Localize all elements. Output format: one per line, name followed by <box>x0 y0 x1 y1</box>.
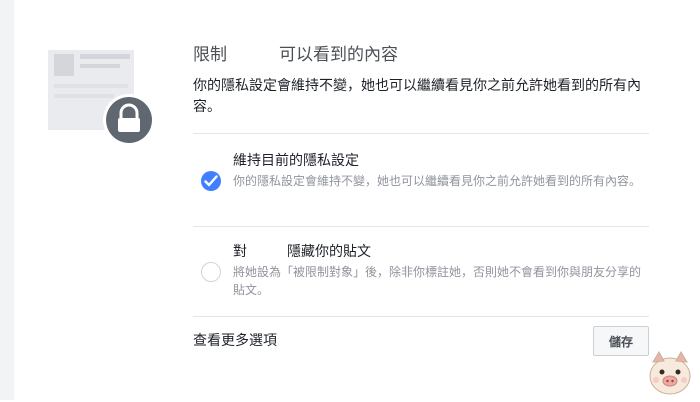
restrict-dialog-content: 限制 可以看到的內容 你的隱私設定會維持不變，她也可以繼續看見你之前允許她看到的所… <box>193 0 649 400</box>
dialog-description: 你的隱私設定會維持不變，她也可以繼續看見你之前允許她看到的所有內容。 <box>193 78 641 115</box>
dialog-title: 限制 可以看到的內容 <box>193 40 398 65</box>
option-description: 將她設為「被限制對象」後，除非你標註她，否則她不會看到你與朋友分享的貼文。 <box>233 265 642 297</box>
dialog-title-prefix: 限制 <box>193 45 227 65</box>
divider <box>193 226 649 227</box>
redacted-name <box>227 48 279 62</box>
option-title: 維持目前的隱私設定 <box>233 153 359 169</box>
option-description: 你的隱私設定會維持不變，她也可以繼續看見你之前允許她看到的所有內容。 <box>233 174 642 188</box>
option-title-prefix: 對 <box>233 244 247 260</box>
divider <box>193 133 649 134</box>
option-radio-unchecked[interactable] <box>201 262 221 282</box>
pig-mascot-icon <box>644 346 696 398</box>
option-title: 對 隱藏你的貼文 <box>233 242 371 262</box>
divider <box>193 316 649 317</box>
more-options-link[interactable]: 查看更多選項 <box>193 330 277 350</box>
restricted-profile-lock-icon <box>48 42 158 146</box>
option-radio-checked[interactable] <box>201 171 221 191</box>
checkmark-icon <box>204 175 218 187</box>
save-button[interactable]: 儲存 <box>593 326 649 356</box>
option-title-suffix: 隱藏你的貼文 <box>287 244 371 260</box>
dialog-title-suffix: 可以看到的內容 <box>279 45 398 65</box>
option-hide-posts[interactable]: 對 隱藏你的貼文 將她設為「被限制對象」後，除非你標註她，否則她不會看到你與朋友分… <box>201 242 649 314</box>
option-keep-privacy-settings[interactable]: 維持目前的隱私設定 你的隱私設定會維持不變，她也可以繼續看見你之前允許她看到的所… <box>201 151 649 223</box>
left-panel-edge <box>0 0 14 400</box>
redacted-name <box>247 244 287 256</box>
